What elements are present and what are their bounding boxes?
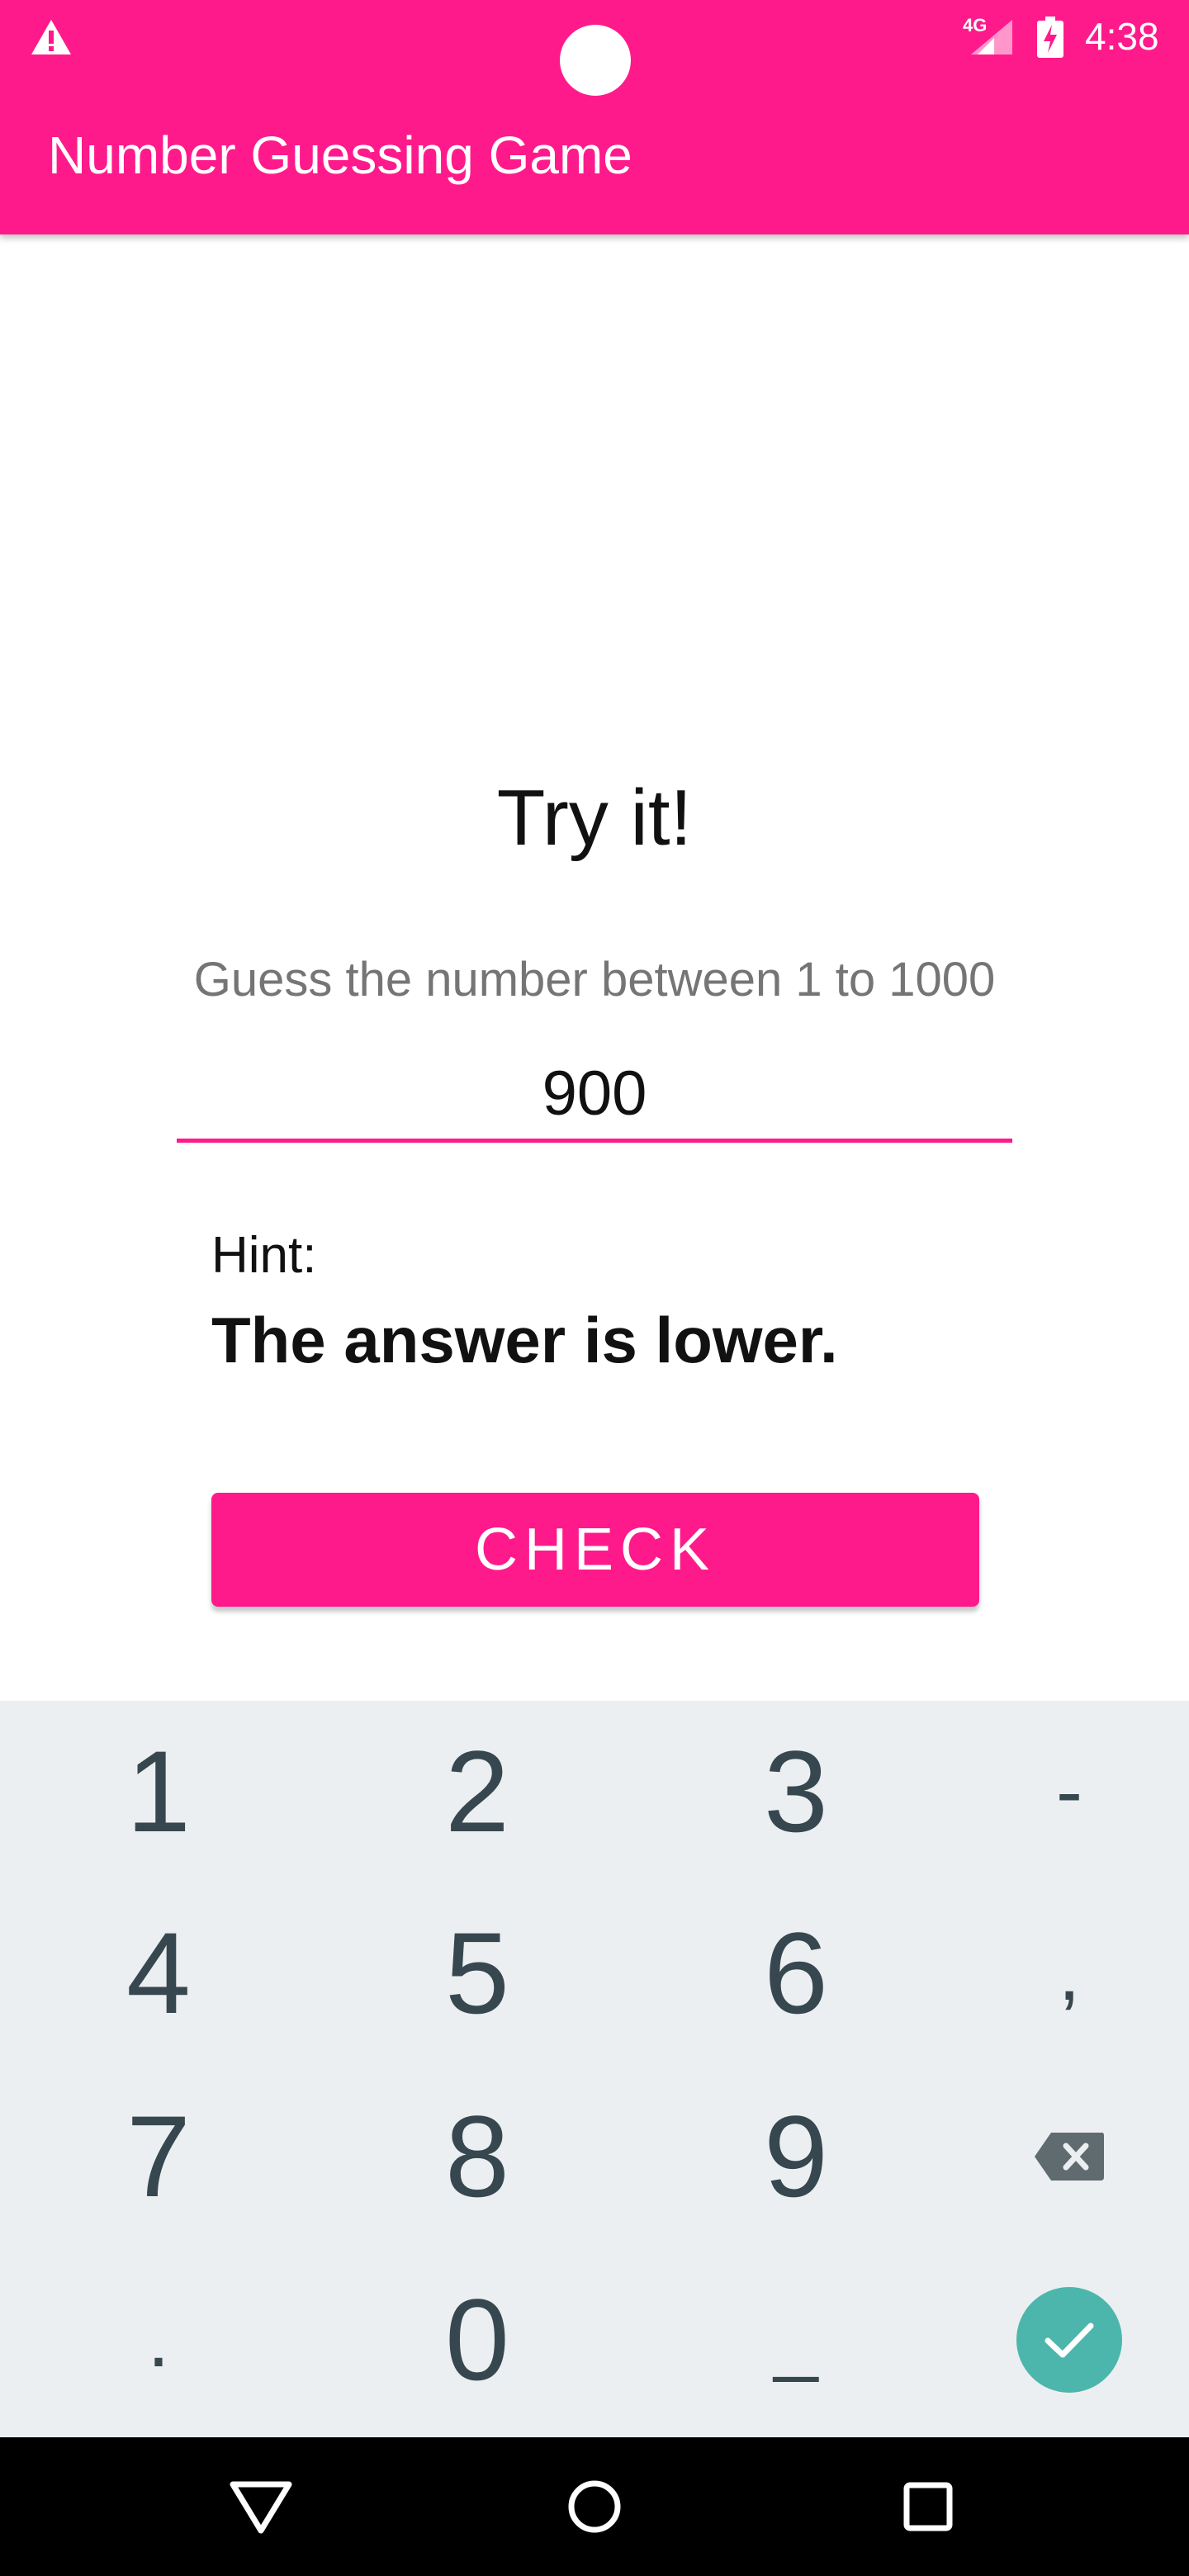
key-8[interactable]: 8: [353, 2066, 601, 2247]
status-clock: 4:38: [1085, 15, 1159, 58]
key-1[interactable]: 1: [35, 1701, 282, 1882]
key-minus[interactable]: -: [950, 1701, 1189, 1882]
key-underscore[interactable]: _: [672, 2249, 920, 2431]
numeric-keyboard: 1 2 3 - 4 5 6 , 7 8 9 . 0 _: [0, 1701, 1189, 2437]
done-key[interactable]: [950, 2249, 1189, 2431]
key-5[interactable]: 5: [353, 1882, 601, 2064]
backspace-icon: [1035, 2133, 1104, 2181]
camera-cutout: [560, 25, 631, 96]
signal-icon: [971, 20, 1012, 54]
key-7[interactable]: 7: [35, 2066, 282, 2247]
key-6[interactable]: 6: [672, 1882, 920, 2064]
hint-label: Hint:: [211, 1227, 317, 1284]
key-3[interactable]: 3: [672, 1701, 920, 1882]
back-button[interactable]: [211, 2457, 310, 2556]
backspace-key[interactable]: [950, 2066, 1189, 2247]
recents-icon: [903, 2482, 953, 2531]
key-0[interactable]: 0: [353, 2249, 601, 2431]
instruction-text: Guess the number between 1 to 1000: [193, 953, 996, 1006]
navigation-bar: [0, 2437, 1189, 2576]
app-title: Number Guessing Game: [48, 125, 632, 185]
key-9[interactable]: 9: [672, 2066, 920, 2247]
page-heading: Try it!: [496, 774, 693, 862]
check-button[interactable]: CHECK: [211, 1493, 979, 1607]
warning-icon: [31, 20, 71, 54]
screen: 4G 4:38 Number Guessing Game Try it! Gue…: [0, 0, 1189, 2576]
hint-text: The answer is lower.: [211, 1304, 838, 1376]
home-icon: [568, 2480, 621, 2533]
guess-input[interactable]: [177, 1049, 1012, 1143]
key-2[interactable]: 2: [353, 1701, 601, 1882]
key-comma[interactable]: ,: [950, 1882, 1189, 2064]
key-4[interactable]: 4: [35, 1882, 282, 2064]
home-button[interactable]: [545, 2457, 644, 2556]
app-bar: 4G 4:38 Number Guessing Game: [0, 0, 1189, 234]
key-period[interactable]: .: [35, 2249, 282, 2431]
recents-button[interactable]: [879, 2457, 978, 2556]
done-button[interactable]: [1016, 2287, 1122, 2393]
battery-charging-icon: [1037, 17, 1063, 58]
done-check-icon: [1045, 2323, 1094, 2358]
back-icon: [230, 2481, 292, 2534]
